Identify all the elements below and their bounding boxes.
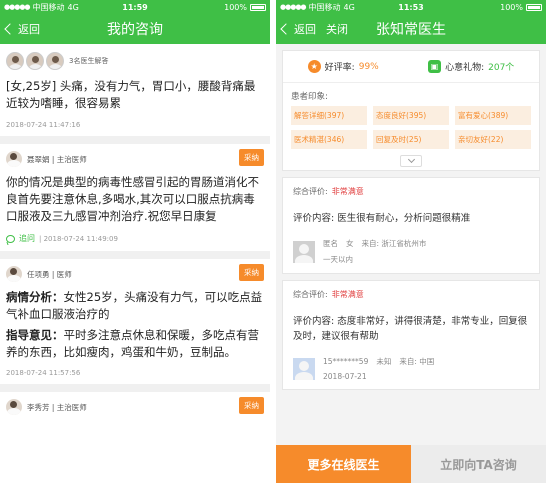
question-text: [女,25岁] 头痛，没有力气，胃口小，腰酸背痛最近较为嗜睡，很容易累: [6, 79, 256, 110]
reviewer-name: 匿名: [323, 239, 338, 248]
status-bar: ●●●●● 中国移动 4G 11:53 100%: [276, 0, 546, 14]
doctor-name: 任项勇 | 医师: [27, 269, 72, 279]
review-card: 综合评价: 非常满意 评价内容: 医生很有耐心，分析问题很精准 匿名女来自: 浙江…: [282, 177, 540, 274]
impression-tag: 态度良好(395): [373, 106, 449, 125]
back-button[interactable]: 返回: [276, 21, 316, 37]
page-title: 我的咨询: [107, 22, 163, 38]
thumb-up-icon: ★: [307, 60, 321, 73]
clock: 11:53: [398, 2, 424, 12]
reviewer-gender: 女: [346, 239, 354, 248]
overall-value: 非常满意: [331, 187, 364, 196]
answer-card: 李秀芳 | 主治医师 采纳: [0, 392, 270, 416]
left-screen: ●●●●● 中国移动 4G 11:59 100% 返回 我的咨询 3名医生解答 [女…: [0, 0, 270, 483]
nav-bar: 返回 我的咨询: [0, 14, 270, 44]
review-content: 评价内容: 态度非常好，讲得很清楚，非常专业，回复很及时，建议很有帮助: [293, 316, 528, 342]
review-card: 综合评价: 非常满意 评价内容: 态度非常好，讲得很清楚，非常专业，回复很及时，建…: [282, 280, 540, 390]
gift-icon: ▣: [428, 60, 442, 73]
more-doctors-button[interactable]: 更多在线医生: [276, 445, 411, 483]
chat-icon: [6, 234, 15, 243]
answer-card: 聂翠娟 | 主治医师 采纳 你的情况是典型的病毒性感冒引起的胃肠道消化不良首先要…: [0, 144, 270, 251]
answer-card: 任项勇 | 医师 采纳 病情分析：女性25岁，头痛没有力气，可以吃点益气补血口服…: [0, 259, 270, 384]
followup-link[interactable]: 追问: [19, 233, 35, 244]
answer-time: 2018-07-24 11:57:56: [6, 369, 81, 377]
review-time: 2018-07-21: [323, 372, 367, 381]
right-screen: ●●●●● 中国移动 4G 11:53 100% 返回 关闭 张知常医生 ★ 好评率…: [276, 0, 546, 483]
overall-label: 综合评价:: [293, 187, 328, 196]
divider: [0, 384, 270, 392]
answer-text: 你的情况是典型的病毒性感冒引起的胃肠道消化不良首先要注意休息,多喝水,其次可以口…: [6, 175, 259, 223]
adopt-button[interactable]: 采纳: [239, 397, 264, 414]
gifts-label: 心意礼物:: [445, 63, 485, 73]
back-label: 返回: [18, 23, 40, 36]
avatar: [26, 52, 44, 70]
impression-tag: 解答详细(397): [291, 106, 367, 125]
rating-label: 好评率:: [324, 63, 355, 73]
avatar: [293, 240, 315, 263]
battery-icon: [250, 3, 266, 11]
close-button[interactable]: 关闭: [326, 21, 348, 37]
impression-tags: 解答详细(397) 态度良好(395) 富有爱心(389) 医术精湛(346) …: [283, 106, 539, 155]
rating-stat: ★ 好评率: 99%: [307, 60, 379, 73]
rating-value: 99%: [358, 61, 379, 72]
doctor-name: 聂翠娟 | 主治医师: [27, 154, 87, 164]
avatar: [293, 357, 315, 380]
divider: [0, 251, 270, 259]
question-card: 3名医生解答 [女,25岁] 头痛，没有力气，胃口小，腰酸背痛最近较为嗜睡，很容…: [0, 44, 270, 136]
avatar: [6, 151, 22, 167]
impression-tag: 回复及时(25): [373, 130, 449, 149]
nav-bar: 返回 关闭 张知常医生: [276, 14, 546, 44]
clock: 11:59: [122, 2, 148, 12]
doctor-avatars: 3名医生解答: [6, 50, 264, 72]
expand-button[interactable]: [400, 155, 422, 167]
back-label: 返回: [294, 23, 316, 36]
reviewer-name: 15*******59: [323, 357, 369, 366]
doctor-name: 李秀芳 | 主治医师: [27, 402, 87, 412]
adopt-button[interactable]: 采纳: [239, 264, 264, 281]
bottom-action-bar: 更多在线医生 立即向TA咨询: [276, 445, 546, 483]
divider: [0, 136, 270, 144]
impression-tag: 医术精湛(346): [291, 130, 367, 149]
avatar: [6, 399, 22, 415]
battery-icon: [526, 3, 542, 11]
answer-time: | 2018-07-24 11:49:09: [39, 234, 118, 243]
page-title: 张知常医生: [376, 22, 446, 38]
reviewer-location: 来自: 浙江省杭州市: [361, 239, 427, 248]
reviewer-location: 来自: 中国: [399, 357, 435, 366]
review-content: 评价内容: 医生很有耐心，分析问题很精准: [293, 213, 471, 224]
impression-tag: 富有爱心(389): [455, 106, 531, 125]
overall-value: 非常满意: [331, 290, 364, 299]
analysis-label: 病情分析：: [6, 290, 64, 304]
back-button[interactable]: 返回: [0, 21, 40, 37]
chevron-left-icon: [4, 23, 16, 35]
doctor-stats-card: ★ 好评率: 99% ▣ 心意礼物: 207个 患者印象: 解答详细(397) 态度…: [282, 50, 540, 171]
reviewer-gender: 未知: [376, 357, 392, 366]
status-bar: ●●●●● 中国移动 4G 11:59 100%: [0, 0, 270, 14]
overall-label: 综合评价:: [293, 290, 328, 299]
doctor-count-label: 3名医生解答: [69, 57, 109, 65]
review-time: 一天以内: [323, 255, 353, 264]
gifts-stat: ▣ 心意礼物: 207个: [428, 60, 514, 73]
gifts-value: 207个: [488, 63, 515, 73]
chevron-down-icon: [407, 155, 415, 164]
avatar: [6, 266, 22, 282]
advice-label: 指导意见：: [6, 328, 64, 342]
impression-title: 患者印象:: [291, 92, 328, 102]
question-time: 2018-07-24 11:47:16: [6, 121, 81, 129]
impression-tag: 亲切友好(22): [455, 130, 531, 149]
adopt-button[interactable]: 采纳: [239, 149, 264, 166]
avatar: [6, 52, 24, 70]
chevron-left-icon: [280, 23, 292, 35]
consult-now-button[interactable]: 立即向TA咨询: [411, 445, 546, 483]
avatar: [46, 52, 64, 70]
